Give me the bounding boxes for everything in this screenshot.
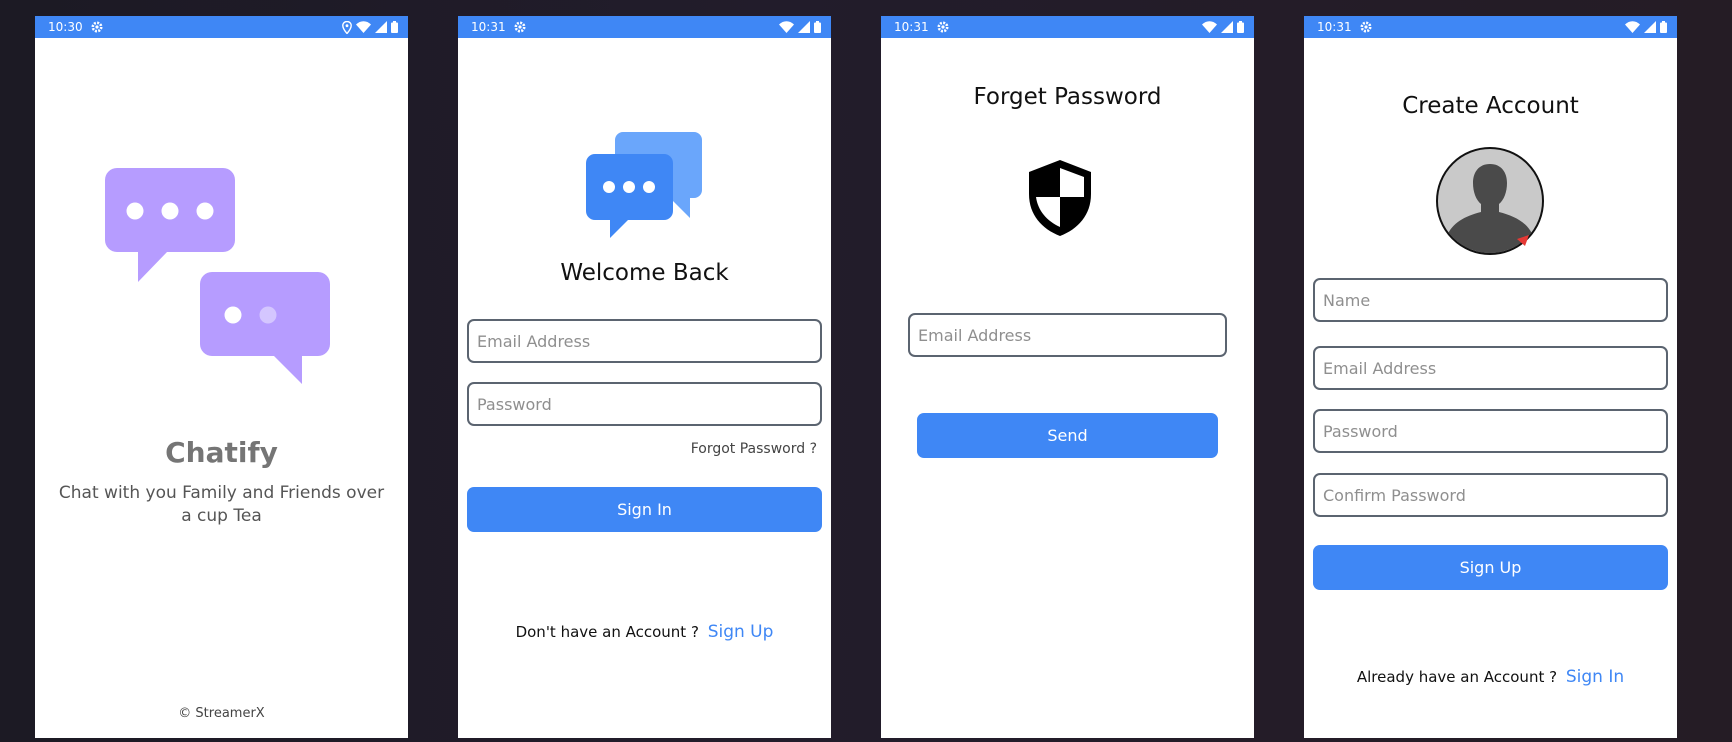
page-title: Welcome Back xyxy=(560,260,729,286)
forgot-password-link[interactable]: Forgot Password ? xyxy=(691,441,817,457)
sign-up-link[interactable]: Sign Up xyxy=(708,622,774,642)
create-account-screen: 10:31 Create Account Sign Up Already hav… xyxy=(1304,16,1677,738)
app-name: Chatify xyxy=(165,436,278,469)
battery-icon xyxy=(1660,21,1667,33)
battery-icon xyxy=(1237,21,1244,33)
chat-bubbles-icon xyxy=(105,168,330,384)
have-account-text: Already have an Account ? xyxy=(1356,668,1558,686)
signal-icon xyxy=(375,21,387,33)
forget-password-screen: 10:31 Forget Password Send xyxy=(881,16,1254,738)
copyright-footer: © StreamerX xyxy=(178,706,265,721)
status-bar: 10:31 xyxy=(458,16,831,38)
wifi-icon xyxy=(356,21,371,33)
signal-icon xyxy=(798,21,810,33)
sign-up-button[interactable]: Sign Up xyxy=(1313,545,1668,590)
email-field[interactable] xyxy=(908,313,1227,357)
status-bar: 10:30 xyxy=(35,16,408,38)
email-field[interactable] xyxy=(467,319,822,363)
login-screen: 10:31 Welcome Back Forgot Password ? Sig… xyxy=(458,16,831,738)
battery-icon xyxy=(391,21,398,33)
confirm-password-field[interactable] xyxy=(1313,473,1668,517)
app-tagline: Chat with you Family and Friends over a … xyxy=(58,483,385,526)
splash-screen: 10:30 Chatify Chat with you Family and F… xyxy=(35,16,408,738)
no-account-text: Don't have an Account ? xyxy=(515,623,699,641)
send-button[interactable]: Send xyxy=(917,413,1218,458)
signin-prompt: Already have an Account ? Sign In xyxy=(1304,667,1677,687)
password-field[interactable] xyxy=(467,382,822,426)
status-bar: 10:31 xyxy=(1304,16,1677,38)
status-time: 10:31 xyxy=(471,20,506,34)
status-time: 10:31 xyxy=(894,20,929,34)
signal-icon xyxy=(1644,21,1656,33)
gear-icon xyxy=(1360,21,1372,33)
email-field[interactable] xyxy=(1313,346,1668,390)
battery-icon xyxy=(814,21,821,33)
location-icon xyxy=(342,20,352,34)
status-time: 10:31 xyxy=(1317,20,1352,34)
chat-bubbles-icon xyxy=(586,132,702,238)
wifi-icon xyxy=(1202,21,1217,33)
sign-in-link[interactable]: Sign In xyxy=(1566,667,1624,687)
signup-prompt: Don't have an Account ? Sign Up xyxy=(458,622,831,642)
page-title: Create Account xyxy=(1402,93,1579,119)
gear-icon xyxy=(937,21,949,33)
shield-icon xyxy=(1029,160,1091,236)
avatar-icon[interactable] xyxy=(1435,146,1545,256)
status-bar: 10:31 xyxy=(881,16,1254,38)
gear-icon xyxy=(91,21,103,33)
wifi-icon xyxy=(1625,21,1640,33)
gear-icon xyxy=(514,21,526,33)
sign-in-button[interactable]: Sign In xyxy=(467,487,822,532)
page-title: Forget Password xyxy=(973,84,1162,110)
name-field[interactable] xyxy=(1313,278,1668,322)
signal-icon xyxy=(1221,21,1233,33)
status-time: 10:30 xyxy=(48,20,83,34)
wifi-icon xyxy=(779,21,794,33)
password-field[interactable] xyxy=(1313,409,1668,453)
